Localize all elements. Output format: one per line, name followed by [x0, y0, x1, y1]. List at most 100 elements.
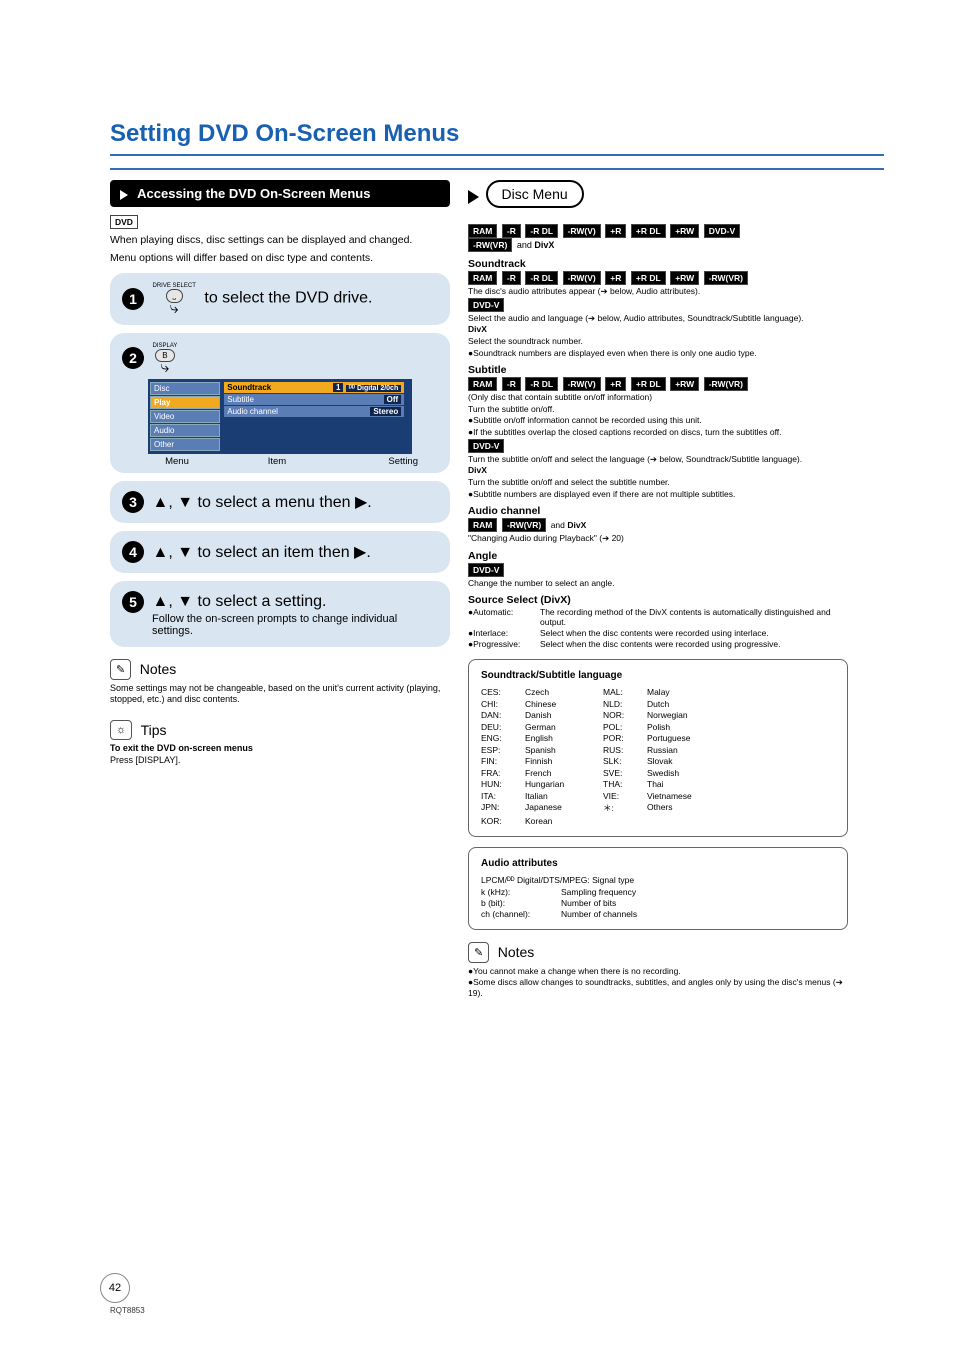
notes-body: ●You cannot make a change when there is …: [468, 966, 848, 977]
lang-cell: RUS:: [603, 745, 639, 755]
angle-heading: Angle: [468, 550, 848, 562]
lang-cell: SVE:: [603, 768, 639, 778]
lang-cell: Chinese: [525, 699, 595, 709]
media-tag: RAM: [468, 271, 497, 285]
lang-cell: Malay: [647, 687, 717, 697]
language-grid: CES:CzechMAL:MalayCHI:ChineseNLD:DutchDA…: [481, 687, 835, 826]
media-tag: -R DL: [525, 271, 558, 285]
media-tag: RAM: [468, 377, 497, 391]
media-tag: -RW(V): [563, 224, 601, 238]
step-2: 2 DISPLAY B ⤷ Disc Play Video Audio Othe…: [110, 333, 450, 473]
lang-cell: Portuguese: [647, 733, 717, 743]
divx-label: DivX: [468, 324, 848, 335]
notes-heading: Notes: [140, 661, 177, 677]
source-select-list: ●Automatic: The recording method of the …: [468, 607, 848, 649]
step-3: 3 ▲, ▼ to select a menu then ▶.: [110, 481, 450, 523]
notes-body: Some settings may not be changeable, bas…: [110, 683, 450, 706]
media-tag: -R: [502, 271, 521, 285]
lang-cell: [647, 816, 717, 826]
osd-panel: Disc Play Video Audio Other Soundtrack 1…: [148, 379, 412, 454]
lang-cell: Russian: [647, 745, 717, 755]
body-text: Turn the subtitle on/off and select the …: [468, 454, 848, 465]
lang-cell: Danish: [525, 710, 595, 720]
text-divx: DivX: [567, 520, 586, 530]
list-key: ●Progressive:: [468, 639, 540, 649]
media-tag: +R: [605, 377, 626, 391]
section-heading-text: Accessing the DVD On-Screen Menus: [137, 186, 370, 201]
remote-button: DISPLAY B ⤷: [153, 343, 178, 373]
lang-cell: Japanese: [525, 802, 595, 814]
tips-body: Press [DISPLAY].: [110, 755, 450, 767]
list-key: b (bit):: [481, 898, 561, 908]
notes-block: ✎ Notes ●You cannot make a change when t…: [468, 942, 848, 999]
lang-cell: Vietnamese: [647, 791, 717, 801]
tips-block: ☼ Tips To exit the DVD on-screen menus P…: [110, 720, 450, 766]
list-value: Select when the disc contents were recor…: [540, 628, 848, 638]
notes-body: ●Some discs allow changes to soundtracks…: [468, 977, 848, 998]
triangle-icon: [120, 190, 128, 200]
media-tag: -RW(VR): [704, 377, 748, 391]
list-key: ●Interlace:: [468, 628, 540, 638]
osd-item-value: 1: [333, 383, 343, 392]
media-tag: DVD: [110, 215, 138, 229]
lang-cell: VIE:: [603, 791, 639, 801]
body-text: ●If the subtitles overlap the closed cap…: [468, 427, 848, 438]
lang-cell: KOR:: [481, 816, 517, 826]
osd-label: Menu: [122, 456, 232, 467]
lang-cell: Polish: [647, 722, 717, 732]
osd-item-label: Audio channel: [227, 407, 278, 416]
body-text: (Only disc that contain subtitle on/off …: [468, 392, 848, 403]
step-5: 5 ▲, ▼ to select a setting. Follow the o…: [110, 581, 450, 647]
left-column: Accessing the DVD On-Screen Menus DVD Wh…: [110, 180, 450, 999]
body-text: Turn the subtitle on/off and select the …: [468, 477, 848, 488]
manual-page: Setting DVD On-Screen Menus Accessing th…: [0, 0, 954, 1351]
lang-cell: Slovak: [647, 756, 717, 766]
lang-cell: CHI:: [481, 699, 517, 709]
lang-cell: POL:: [603, 722, 639, 732]
lang-cell: ＊:: [603, 802, 639, 814]
osd-item-label: Soundtrack: [227, 383, 271, 392]
lang-cell: ESP:: [481, 745, 517, 755]
media-tag: RAM: [468, 518, 497, 532]
media-tags-row: RAM -R -R DL -RW(V) +R +R DL +RW -RW(VR): [468, 271, 848, 285]
media-tag: -R DL: [525, 377, 558, 391]
body-text: ●Subtitle numbers are displayed even if …: [468, 489, 848, 500]
media-tag: DVD-V: [468, 563, 504, 577]
tips-icon: ☼: [110, 720, 132, 740]
media-tag: +RW: [670, 224, 699, 238]
media-tag: DVD-V: [704, 224, 740, 238]
body-text: Change the number to select an angle.: [468, 578, 848, 589]
lang-cell: Italian: [525, 791, 595, 801]
lang-cell: SLK:: [603, 756, 639, 766]
tips-subhead: To exit the DVD on-screen menus: [110, 743, 450, 755]
media-tag: -R: [502, 377, 521, 391]
osd-item-row: Audio channel Stereo: [224, 406, 404, 417]
lang-cell: Norwegian: [647, 710, 717, 720]
osd-item-row: Soundtrack 1 ᴰᴰ Digital 2/0ch: [224, 382, 404, 393]
osd-item-label: Subtitle: [227, 395, 254, 404]
step-text: ▲, ▼ to select a setting.: [153, 593, 327, 610]
subtitle-heading: Subtitle: [468, 364, 848, 376]
media-tag: +RW: [670, 271, 699, 285]
osd-item-value: Stereo: [370, 407, 401, 416]
lang-cell: ENG:: [481, 733, 517, 743]
body-text: LPCM/ᴰᴰ Digital/DTS/MPEG: Signal type: [481, 875, 835, 886]
body-text: Select the soundtrack number.: [468, 336, 848, 347]
disc-menu-heading: Disc Menu: [486, 180, 584, 208]
list-value: The recording method of the DivX content…: [540, 607, 848, 627]
media-tag: -R DL: [525, 224, 558, 238]
card-title: Soundtrack/Subtitle language: [481, 670, 835, 681]
list-value: Number of channels: [561, 909, 835, 919]
step-number: 2: [122, 347, 144, 369]
remote-button: DRIVE SELECT ⎵ ⤷: [153, 283, 196, 314]
media-tags-row: RAM -R -R DL -RW(V) +R +R DL +RW DVD-V -…: [468, 224, 848, 252]
lang-cell: ITA:: [481, 791, 517, 801]
lang-cell: French: [525, 768, 595, 778]
step-number: 3: [122, 491, 144, 513]
lang-cell: German: [525, 722, 595, 732]
notes-icon: ✎: [110, 659, 131, 680]
lang-cell: THA:: [603, 779, 639, 789]
body-text: "Changing Audio during Playback" (➔ 20): [468, 533, 848, 544]
lang-cell: NLD:: [603, 699, 639, 709]
list-key: ●Automatic:: [468, 607, 540, 627]
